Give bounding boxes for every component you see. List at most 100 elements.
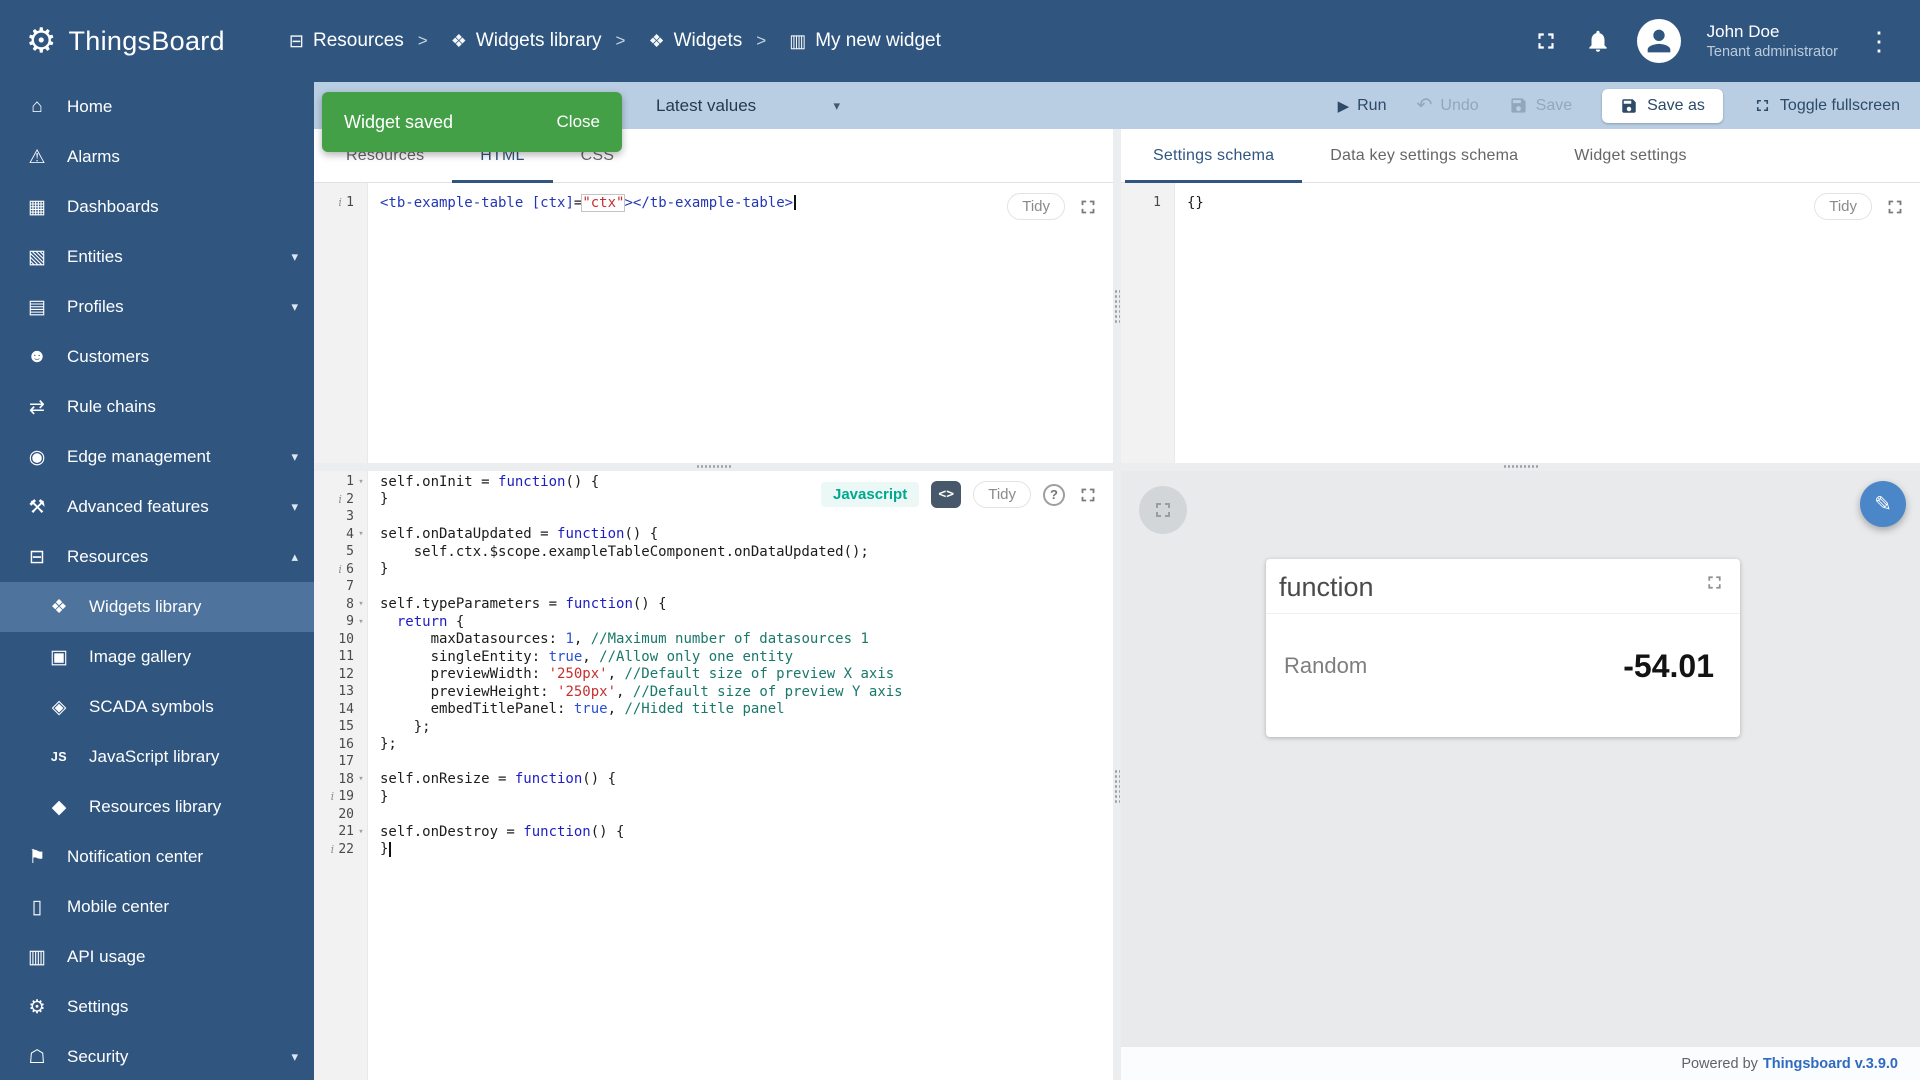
js-editor-actions: Javascript <> Tidy ? xyxy=(821,481,1099,508)
resources-icon: ⊟ xyxy=(29,546,45,568)
fold-toggle-icon[interactable]: ▾ xyxy=(355,529,367,539)
sidebar-item[interactable]: ◆ Resources library xyxy=(0,782,314,832)
horizontal-splitter[interactable] xyxy=(314,463,1113,471)
main-content: Widget saved Close Latest values ▾ ▶ Run… xyxy=(314,82,1920,1080)
breadcrumb-item[interactable]: > ❖ Widgets xyxy=(602,30,743,52)
run-button[interactable]: ▶ Run xyxy=(1338,97,1387,115)
vertical-splitter[interactable] xyxy=(1113,129,1121,1080)
run-icon: ▶ xyxy=(1337,97,1350,115)
tab[interactable]: Data key settings schema xyxy=(1302,129,1546,182)
sidebar-item[interactable]: ◈ SCADA symbols xyxy=(0,682,314,732)
widget-fullscreen-button[interactable] xyxy=(1704,572,1725,593)
line-number: 22 xyxy=(338,841,354,857)
tidy-button[interactable]: Tidy xyxy=(1007,193,1065,220)
sidebar-item[interactable]: ⚙ Settings xyxy=(0,982,314,1032)
sidebar-item-label: Edge management xyxy=(67,447,211,466)
code-line: 16}; xyxy=(338,736,397,753)
sidebar-item[interactable]: ❖ Widgets library xyxy=(0,582,314,632)
sidebar-item[interactable]: JS JavaScript library xyxy=(0,732,314,782)
avatar[interactable] xyxy=(1636,19,1681,63)
horizontal-splitter[interactable] xyxy=(1121,463,1920,471)
breadcrumb-label: My new widget xyxy=(815,30,941,51)
toast-close-button[interactable]: Close xyxy=(557,112,600,132)
help-icon: ? xyxy=(1050,487,1058,502)
code-line: 17 xyxy=(314,753,1113,771)
fullscreen-button[interactable] xyxy=(1884,196,1906,218)
kebab-menu-icon[interactable]: ⋮ xyxy=(1864,26,1894,57)
sidebar-item[interactable]: ☖ Security ▾ xyxy=(0,1032,314,1080)
notifications-bell-icon[interactable] xyxy=(1585,28,1611,54)
sidebar-item[interactable]: ⚠ Alarms xyxy=(0,132,314,182)
fold-toggle-icon[interactable]: ▾ xyxy=(355,774,367,784)
thingsboard-logo[interactable]: ⚙ ThingsBoard xyxy=(26,24,225,58)
line-number: 15 xyxy=(338,719,354,735)
save-button[interactable]: Save xyxy=(1509,96,1572,115)
fullscreen-button[interactable] xyxy=(1077,196,1099,218)
toggle-fullscreen-button[interactable]: Toggle fullscreen xyxy=(1753,96,1900,115)
code-line: 18 ▾ self.onResize = function() { xyxy=(338,771,617,788)
html-code-editor[interactable]: i 1 <tb-example-table [ctx]="ctx"></tb-exa… xyxy=(314,183,1113,463)
line-number: 18 xyxy=(338,771,354,787)
undo-button[interactable]: ↶ Undo xyxy=(1416,94,1478,117)
sidebar-item[interactable]: ⇄ Rule chains xyxy=(0,382,314,432)
sidebar-item[interactable]: ⌂ Home xyxy=(0,82,314,132)
sidebar-item[interactable]: ▦ Dashboards xyxy=(0,182,314,232)
splitter-grip xyxy=(1502,464,1539,470)
sidebar-item[interactable]: ▧ Entities ▾ xyxy=(0,232,314,282)
sidebar-item-label: Notification center xyxy=(67,847,204,866)
line-number: 10 xyxy=(338,631,354,647)
thingsboard-version-link[interactable]: Thingsboard v.3.9.0 xyxy=(1763,1056,1898,1072)
tab[interactable]: Widget settings xyxy=(1546,129,1714,182)
settings-schema-editor[interactable]: 1{} Tidy xyxy=(1121,183,1920,463)
user-name: John Doe xyxy=(1706,21,1780,41)
preview-fullscreen-button[interactable] xyxy=(1139,486,1187,534)
widget-value: -54.01 xyxy=(1623,647,1714,684)
breadcrumb-item[interactable]: > ❖ Widgets library xyxy=(404,30,602,52)
code-toggle-button[interactable]: <> xyxy=(931,481,962,508)
profiles-icon: ▤ xyxy=(28,296,46,318)
widget-type-select[interactable]: Latest values ▾ xyxy=(656,96,866,116)
fold-toggle-icon[interactable]: ▾ xyxy=(355,599,367,609)
widgets-icon: ❖ xyxy=(450,30,467,51)
breadcrumb-item[interactable]: > ⊟ Resources xyxy=(289,30,404,52)
tab[interactable]: Settings schema xyxy=(1125,129,1303,183)
tidy-button[interactable]: Tidy xyxy=(973,481,1031,508)
edit-widget-fab[interactable]: ✎ xyxy=(1860,481,1906,527)
breadcrumb-item[interactable]: > ▥ My new widget xyxy=(742,30,941,52)
sidebar-item[interactable]: ▯ Mobile center xyxy=(0,882,314,932)
fold-toggle-icon[interactable]: ▾ xyxy=(355,617,367,627)
widgets-library-icon: ❖ xyxy=(50,596,68,618)
sidebar-item[interactable]: ☻ Customers xyxy=(0,332,314,382)
language-badge[interactable]: Javascript xyxy=(821,482,920,507)
fold-toggle-icon[interactable]: ▾ xyxy=(355,827,367,837)
settings-code-area[interactable]: 1{} xyxy=(1121,183,1920,212)
sidebar-item[interactable]: ⊟ Resources ▴ xyxy=(0,532,314,582)
widget-icon: ▥ xyxy=(789,30,807,51)
help-button[interactable]: ? xyxy=(1043,483,1065,506)
toggle-fullscreen-label: Toggle fullscreen xyxy=(1779,96,1900,114)
fullscreen-button[interactable] xyxy=(1077,484,1099,506)
sidebar-item[interactable]: ◉ Edge management ▾ xyxy=(0,432,314,482)
user-role: Tenant administrator xyxy=(1706,43,1838,60)
sidebar-item[interactable]: ▥ API usage xyxy=(0,932,314,982)
sidebar-item[interactable]: ▣ Image gallery xyxy=(0,632,314,682)
chevron-down-icon: ▾ xyxy=(291,1049,298,1064)
splitter-grip xyxy=(1114,289,1120,325)
html-code-area[interactable]: i 1 <tb-example-table [ctx]="ctx"></tb-exa… xyxy=(314,183,1113,212)
line-number: 19 xyxy=(338,789,354,805)
text-cursor xyxy=(389,841,392,857)
fullscreen-icon[interactable] xyxy=(1533,28,1559,54)
fold-toggle-icon[interactable]: ▾ xyxy=(355,477,367,487)
js-code-area[interactable]: 1 ▾ self.onInit = function() {i 2} 3 4 ▾ self.o… xyxy=(314,471,1113,858)
sidebar-item[interactable]: ⚒ Advanced features ▾ xyxy=(0,482,314,532)
code-icon: <> xyxy=(938,487,955,502)
tidy-button[interactable]: Tidy xyxy=(1814,193,1872,220)
sidebar-item[interactable]: ▤ Profiles ▾ xyxy=(0,282,314,332)
code-line: 13 previewHeight: '250px', //Default siz… xyxy=(338,683,903,700)
left-panel: Resources HTML CSS i 1 <tb-example-table… xyxy=(314,129,1113,1080)
info-annotation-icon: i xyxy=(330,790,335,804)
editor-gutter xyxy=(314,183,368,463)
save-as-button[interactable]: Save as xyxy=(1602,88,1723,123)
javascript-code-editor[interactable]: 1 ▾ self.onInit = function() {i 2} 3 4 ▾ self.o… xyxy=(314,471,1113,1080)
sidebar-item[interactable]: ⚑ Notification center xyxy=(0,832,314,882)
